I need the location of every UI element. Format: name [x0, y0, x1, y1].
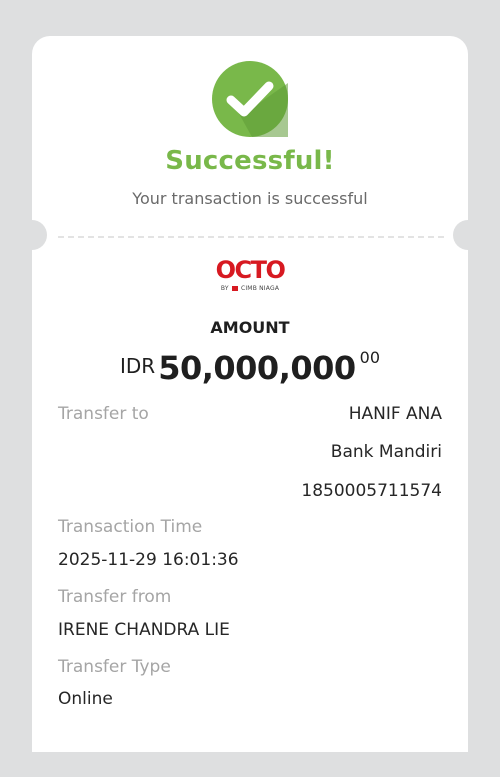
recipient-bank: Bank Mandiri — [330, 442, 442, 462]
amount-currency: IDR — [120, 354, 156, 378]
success-title: Successful! — [165, 146, 335, 176]
receipt-card — [32, 36, 468, 752]
success-subtitle: Your transaction is successful — [132, 189, 368, 208]
ticket-notch-left — [17, 220, 47, 250]
amount-label: AMOUNT — [210, 318, 290, 337]
octo-logo: OCTO BY CIMB NIAGA — [210, 256, 290, 298]
octo-logo-subtitle: BY CIMB NIAGA — [210, 285, 290, 292]
receipt-zigzag-edge — [32, 738, 468, 752]
transaction-time-value: 2025-11-29 16:01:36 — [58, 550, 239, 570]
transfer-type-label: Transfer Type — [58, 657, 171, 677]
transfer-type-value: Online — [58, 689, 113, 709]
transfer-from-label: Transfer from — [58, 587, 172, 607]
transfer-to-label: Transfer to — [58, 404, 149, 424]
amount-number: 50,000,000 — [158, 349, 356, 387]
transaction-time-label: Transaction Time — [58, 517, 203, 537]
ticket-divider — [58, 236, 444, 238]
cimb-flag-icon — [231, 286, 238, 291]
check-circle-icon — [212, 61, 288, 137]
logo-sub-by: BY — [220, 285, 229, 292]
recipient-name: HANIF ANA — [348, 404, 442, 424]
ticket-notch-right — [453, 220, 483, 250]
recipient-account: 1850005711574 — [301, 481, 442, 501]
amount-decimals: 00 — [359, 348, 380, 367]
amount-value: IDR50,000,000 00 — [0, 348, 500, 387]
transfer-from-value: IRENE CHANDRA LIE — [58, 620, 230, 640]
octo-logo-text: OCTO — [215, 256, 286, 284]
logo-sub-bank: CIMB NIAGA — [240, 285, 280, 292]
